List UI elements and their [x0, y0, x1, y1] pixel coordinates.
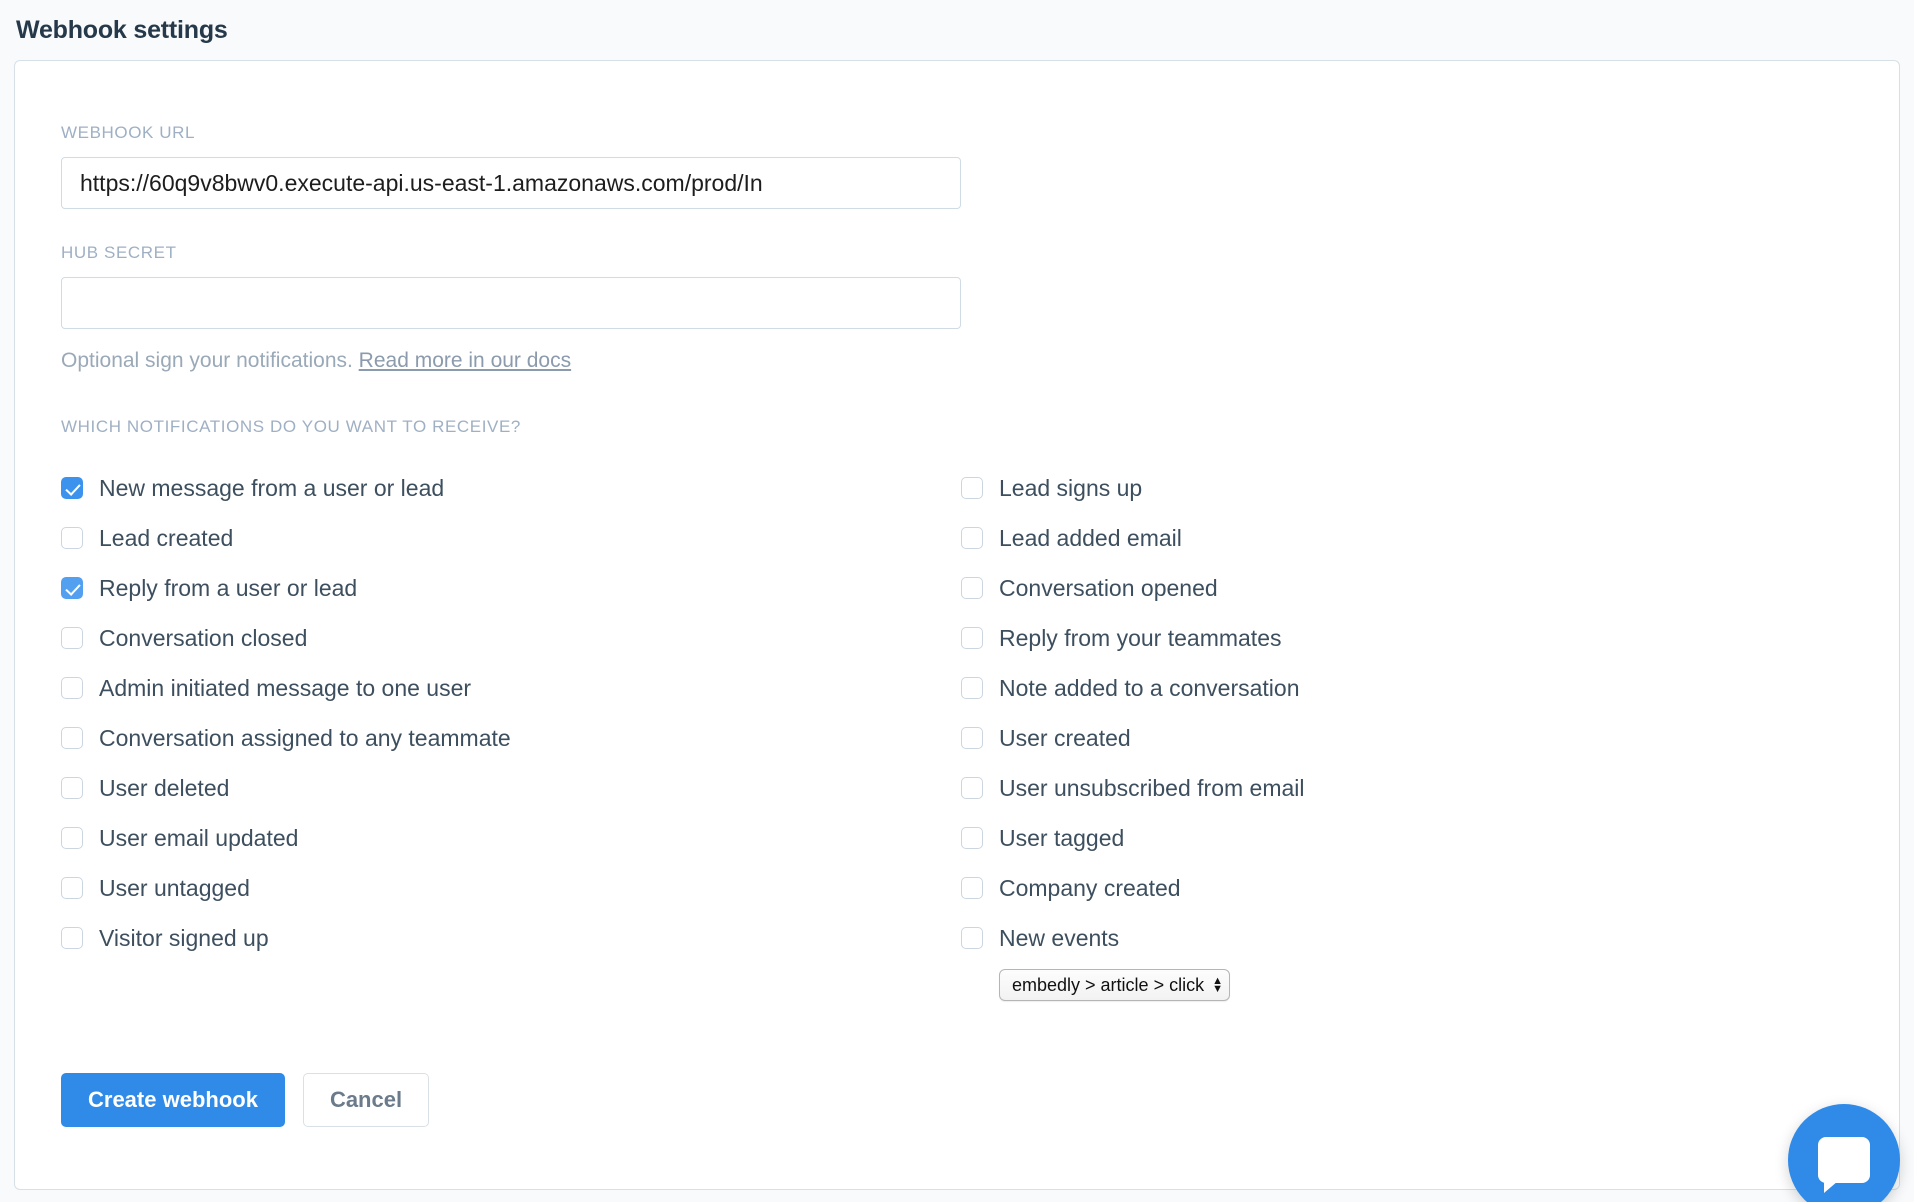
notification-checkbox[interactable] [61, 727, 83, 749]
hub-secret-helper: Optional sign your notifications. Read m… [61, 349, 1899, 373]
helper-text-static: Optional sign your notifications. [61, 349, 359, 372]
webhook-url-input[interactable] [61, 157, 961, 209]
hub-secret-label: HUB SECRET [61, 243, 177, 262]
page-header: Webhook settings [0, 0, 1914, 60]
notification-checkbox[interactable] [61, 877, 83, 899]
notification-checkbox[interactable] [61, 627, 83, 649]
notification-option-row[interactable]: New events [961, 913, 1861, 963]
notification-label: Admin initiated message to one user [99, 674, 472, 701]
notification-label: User created [999, 724, 1131, 751]
notification-label: Note added to a conversation [999, 674, 1300, 701]
notification-checkbox[interactable] [61, 827, 83, 849]
card-content: WEBHOOK URL HUB SECRET Optional sign you… [15, 61, 1899, 1127]
notification-checkbox[interactable] [61, 927, 83, 949]
chat-bubble-icon [1818, 1137, 1870, 1193]
notification-option-row[interactable]: Lead signs up [961, 463, 1861, 513]
notification-checkbox[interactable] [61, 777, 83, 799]
form-actions: Create webhook Cancel [61, 1073, 1899, 1127]
notification-label: User tagged [999, 824, 1125, 851]
notification-label: User email updated [99, 824, 299, 851]
notification-label: Reply from your teammates [999, 624, 1282, 651]
notification-checkbox[interactable] [61, 577, 83, 599]
webhook-url-label: WEBHOOK URL [61, 123, 196, 142]
notification-label: Company created [999, 874, 1181, 901]
notification-option-row[interactable]: Company created [961, 863, 1861, 913]
notification-option-row[interactable]: User created [961, 713, 1861, 763]
event-select-wrapper: embedly > article > click ▲ ▼ [999, 969, 1861, 1001]
notifications-section-label: WHICH NOTIFICATIONS DO YOU WANT TO RECEI… [61, 417, 521, 436]
notifications-right-column: Lead signs up Lead added email Conversatio… [961, 463, 1861, 1001]
notification-option-row[interactable]: New message from a user or lead [61, 463, 961, 513]
create-webhook-button[interactable]: Create webhook [61, 1073, 285, 1127]
event-type-select[interactable]: embedly > article > click ▲ ▼ [999, 969, 1230, 1001]
notification-checkbox[interactable] [961, 627, 983, 649]
page-root: Webhook settings WEBHOOK URL HUB SECRET … [0, 0, 1914, 1202]
notification-checkbox[interactable] [961, 577, 983, 599]
notifications-checkbox-grid: New message from a user or lead Lead crea… [61, 463, 1899, 1001]
hub-secret-input[interactable] [61, 277, 961, 329]
notification-option-row[interactable]: Admin initiated message to one user [61, 663, 961, 713]
notification-option-row[interactable]: Lead created [61, 513, 961, 563]
notification-label: Lead added email [999, 524, 1182, 551]
notification-checkbox[interactable] [961, 477, 983, 499]
notification-checkbox[interactable] [61, 477, 83, 499]
notification-label: Lead signs up [999, 474, 1143, 501]
cancel-button[interactable]: Cancel [302, 1073, 430, 1127]
notification-checkbox[interactable] [961, 777, 983, 799]
notification-label: Lead created [99, 524, 234, 551]
notification-label: User untagged [99, 874, 250, 901]
notification-label: Conversation assigned to any teammate [99, 724, 511, 751]
notification-option-row[interactable]: User untagged [61, 863, 961, 913]
notification-option-row[interactable]: Reply from a user or lead [61, 563, 961, 613]
notifications-left-column: New message from a user or lead Lead crea… [61, 463, 961, 1001]
notification-label: New message from a user or lead [99, 474, 445, 501]
notification-option-row[interactable]: Lead added email [961, 513, 1861, 563]
notification-option-row[interactable]: Conversation assigned to any teammate [61, 713, 961, 763]
notification-checkbox[interactable] [961, 677, 983, 699]
notification-checkbox[interactable] [61, 677, 83, 699]
notification-option-row[interactable]: Note added to a conversation [961, 663, 1861, 713]
webhook-settings-card: WEBHOOK URL HUB SECRET Optional sign you… [14, 60, 1900, 1190]
notification-label: Reply from a user or lead [99, 574, 358, 601]
notification-checkbox[interactable] [61, 527, 83, 549]
notification-checkbox[interactable] [961, 827, 983, 849]
notification-option-row[interactable]: Reply from your teammates [961, 613, 1861, 663]
webhook-url-field: WEBHOOK URL [61, 123, 1899, 209]
notification-option-row[interactable]: User tagged [961, 813, 1861, 863]
notification-label: User deleted [99, 774, 230, 801]
read-more-docs-link[interactable]: Read more in our docs [359, 349, 571, 372]
notification-label: Conversation opened [999, 574, 1218, 601]
notification-option-row[interactable]: Conversation opened [961, 563, 1861, 613]
hub-secret-field: HUB SECRET Optional sign your notificati… [61, 243, 1899, 373]
event-type-selected-value: embedly > article > click [1012, 974, 1205, 995]
notification-checkbox[interactable] [961, 877, 983, 899]
notification-option-row[interactable]: User deleted [61, 763, 961, 813]
notification-checkbox[interactable] [961, 927, 983, 949]
notification-label: Visitor signed up [99, 924, 269, 951]
notification-label: Conversation closed [99, 624, 308, 651]
notification-label: New events [999, 924, 1120, 951]
notification-label: User unsubscribed from email [999, 774, 1305, 801]
page-title: Webhook settings [16, 15, 228, 44]
notification-option-row[interactable]: User email updated [61, 813, 961, 863]
select-stepper-arrows-icon: ▲ ▼ [1212, 975, 1223, 995]
notification-option-row[interactable]: Visitor signed up [61, 913, 961, 963]
notification-option-row[interactable]: Conversation closed [61, 613, 961, 663]
notification-checkbox[interactable] [961, 527, 983, 549]
notification-option-row[interactable]: User unsubscribed from email [961, 763, 1861, 813]
notification-checkbox[interactable] [961, 727, 983, 749]
